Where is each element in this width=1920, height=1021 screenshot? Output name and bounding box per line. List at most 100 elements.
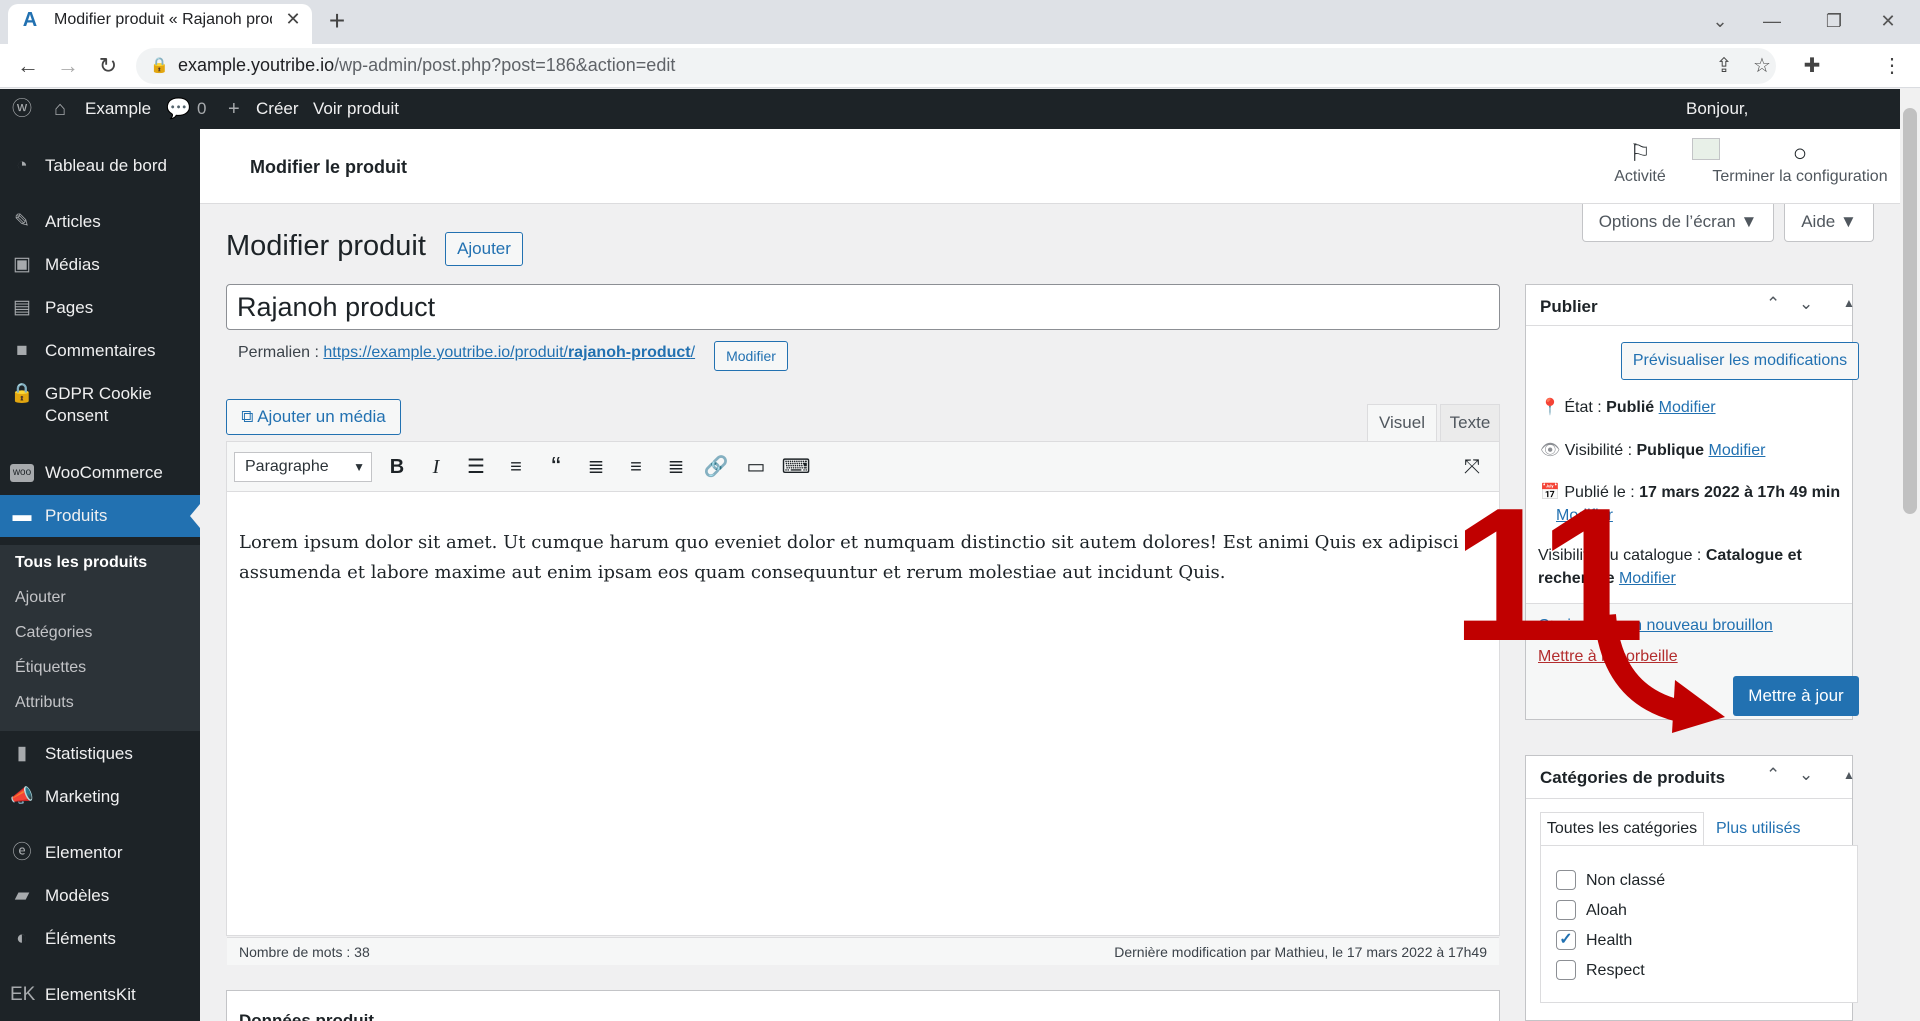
bookmark-star-icon[interactable]: ☆ — [1746, 50, 1778, 82]
share-icon[interactable]: ⇪ — [1708, 50, 1740, 82]
activity-button[interactable]: ⚐ Activité — [1600, 140, 1680, 196]
toggle-panel-icon[interactable]: ▲ — [1843, 768, 1855, 782]
comments-count[interactable]: 0 — [197, 89, 206, 129]
close-tab-icon[interactable]: ✕ — [282, 8, 304, 30]
status-edit-link[interactable]: Modifier — [1659, 399, 1716, 416]
view-product-link[interactable]: Voir produit — [313, 89, 399, 129]
comments-icon: ■ — [16, 340, 28, 361]
extensions-icon[interactable]: ✚ — [1796, 50, 1828, 82]
url-text[interactable]: example.youtribe.io/wp-admin/post.php?po… — [178, 55, 675, 76]
comment-icon[interactable]: 💬 — [166, 89, 191, 129]
bold-icon[interactable]: B — [382, 452, 412, 482]
forward-icon[interactable]: → — [52, 50, 84, 82]
sidebar-item-elementor[interactable]: ⓔ Elementor — [0, 832, 200, 874]
category-checkbox-checked[interactable]: ✓ — [1556, 930, 1576, 950]
restore-icon[interactable]: ❐ — [1814, 6, 1854, 36]
stats-icon: ▮ — [16, 743, 28, 764]
toggle-panel-icon[interactable]: ▲ — [1843, 296, 1855, 310]
read-more-icon[interactable]: ▭ — [741, 452, 771, 482]
scrollbar-thumb[interactable] — [1903, 108, 1917, 514]
product-data-box: Données produit — [226, 990, 1500, 1021]
product-title-input[interactable]: Rajanoh product — [226, 284, 1500, 330]
submenu-attributes[interactable]: Attributs — [15, 694, 74, 712]
submenu-categories[interactable]: Catégories — [15, 624, 92, 642]
category-checkbox[interactable] — [1556, 900, 1576, 920]
close-window-icon[interactable]: ✕ — [1868, 6, 1908, 36]
site-name-link[interactable]: Example — [85, 89, 151, 129]
visibility-edit-link[interactable]: Modifier — [1709, 442, 1766, 459]
update-button[interactable]: Mettre à jour — [1733, 676, 1859, 716]
sidebar-item-models[interactable]: ▰ Modèles — [0, 875, 200, 917]
submenu-all-products[interactable]: Tous les produits — [15, 554, 147, 572]
tab-visual[interactable]: Visuel — [1367, 404, 1437, 442]
tab-all-categories[interactable]: Toutes les catégories — [1540, 812, 1704, 846]
header-title: Modifier le produit — [250, 157, 407, 177]
media-icon: ▣ — [13, 254, 31, 275]
format-select[interactable]: Paragraphe ▼ — [234, 452, 372, 482]
category-checkbox[interactable] — [1556, 870, 1576, 890]
new-content-link[interactable]: Créer — [256, 89, 299, 129]
preview-changes-button[interactable]: Prévisualiser les modifications — [1621, 342, 1859, 380]
plus-icon[interactable]: + — [228, 89, 240, 129]
minimize-icon[interactable]: — — [1752, 6, 1792, 36]
new-tab-icon[interactable]: + — [322, 6, 352, 36]
add-new-button[interactable]: Ajouter — [445, 232, 523, 266]
align-center-icon[interactable]: ≡ — [621, 452, 651, 482]
reload-icon[interactable]: ↻ — [92, 50, 124, 82]
add-media-button[interactable]: ⧉ Ajouter un média — [226, 399, 401, 435]
tab-most-used[interactable]: Plus utilisés — [1716, 820, 1800, 838]
move-up-icon[interactable]: ⌃ — [1766, 765, 1780, 785]
lock-icon[interactable]: 🔒 — [150, 56, 169, 76]
permalink-edit-button[interactable]: Modifier — [714, 341, 788, 371]
sidebar-item-comments[interactable]: ■ Commentaires — [0, 330, 200, 372]
elementor-icon: ⓔ — [12, 842, 32, 863]
menu-kebab-icon[interactable]: ⋮ — [1876, 50, 1908, 82]
sidebar-item-media[interactable]: ▣ Médias — [0, 244, 200, 286]
word-count: Nombre de mots : 38 — [239, 944, 370, 960]
pin-icon: ✎ — [14, 211, 30, 232]
move-down-icon[interactable]: ⌄ — [1799, 294, 1813, 314]
folder-icon: ▰ — [14, 885, 30, 906]
numbered-list-icon[interactable]: ≡ — [501, 452, 531, 482]
quote-icon[interactable]: “ — [541, 452, 571, 482]
help-button[interactable]: Aide ▼ — [1784, 204, 1874, 242]
sidebar-item-stats[interactable]: ▮ Statistiques — [0, 733, 200, 775]
sidebar-item-articles[interactable]: ✎ Articles — [0, 201, 200, 243]
sidebar-item-products[interactable]: ▬ Produits — [0, 495, 200, 537]
submenu-tags[interactable]: Étiquettes — [15, 659, 86, 677]
account-greeting[interactable]: Bonjour, — [1686, 89, 1748, 129]
link-icon[interactable]: 🔗 — [701, 452, 731, 482]
finish-setup-button[interactable]: ○ Terminer la configuration — [1700, 140, 1900, 196]
permalink-link[interactable]: https://example.youtribe.io/produit/raja… — [323, 344, 695, 361]
align-left-icon[interactable]: ≣ — [581, 452, 611, 482]
sidebar-item-dashboard[interactable]: ◔ Tableau de bord — [0, 145, 200, 187]
permalink: Permalien : https://example.youtribe.io/… — [238, 344, 696, 361]
italic-icon[interactable]: I — [421, 452, 451, 482]
back-icon[interactable]: ← — [12, 50, 44, 82]
move-down-icon[interactable]: ⌄ — [1799, 765, 1813, 785]
category-checkbox[interactable] — [1556, 960, 1576, 980]
toolbar-toggle-icon[interactable]: ⌨ — [781, 452, 811, 482]
screen-options-button[interactable]: Options de l’écran ▼ — [1582, 204, 1774, 242]
submenu-add-product[interactable]: Ajouter — [15, 589, 66, 607]
sidebar-item-gdpr[interactable]: 🔒 GDPR Cookie Consent — [0, 373, 200, 433]
content-editor — [226, 441, 1500, 936]
sidebar-item-elementskit[interactable]: EK ElementsKit — [0, 974, 200, 1016]
categories-divider — [1526, 798, 1852, 799]
sidebar-item-pages[interactable]: ▤ Pages — [0, 287, 200, 329]
sidebar-item-woocommerce[interactable]: woo WooCommerce — [0, 452, 200, 494]
align-right-icon[interactable]: ≣ — [661, 452, 691, 482]
eye-icon: 👁 — [1540, 442, 1565, 459]
home-icon[interactable]: ⌂ — [54, 89, 66, 129]
tab-text[interactable]: Texte — [1440, 404, 1500, 442]
sidebar-item-elements[interactable]: ◐ Éléments — [0, 918, 200, 960]
step-arrow-icon — [1594, 613, 1725, 733]
bullet-list-icon[interactable]: ☰ — [461, 452, 491, 482]
wordpress-logo-icon[interactable]: ⓦ — [10, 89, 34, 129]
sidebar-item-marketing[interactable]: 📣 Marketing — [0, 776, 200, 818]
wp-admin-bar: ⓦ ⌂ Example 💬 0 + Créer Voir produit Bon… — [0, 89, 1900, 129]
move-up-icon[interactable]: ⌃ — [1766, 294, 1780, 314]
chevron-down-icon[interactable]: ⌄ — [1700, 6, 1740, 36]
elementskit-icon: EK — [10, 984, 36, 1005]
editor-content[interactable]: Lorem ipsum dolor sit amet. Ut cumque ha… — [239, 528, 1469, 588]
